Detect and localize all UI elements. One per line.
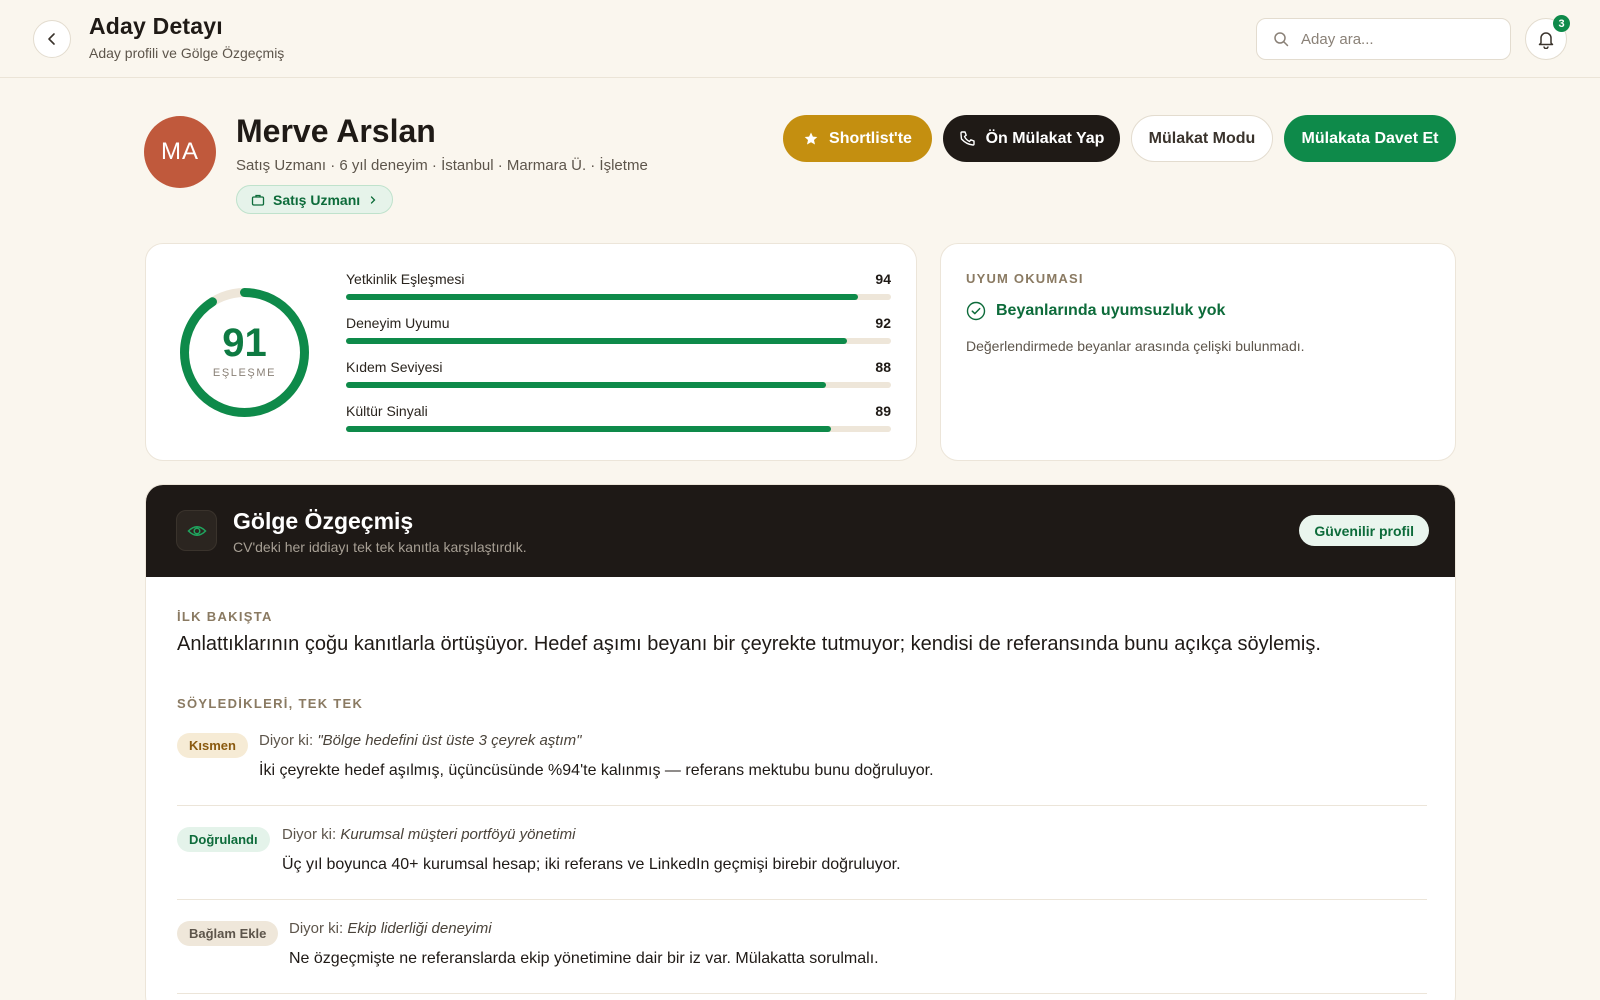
- glance-label: İLK BAKIŞTA: [177, 609, 273, 624]
- search-icon: [1274, 32, 1289, 47]
- divider: [177, 899, 1427, 900]
- says-prefix: Diyor ki:: [259, 732, 314, 749]
- divider: [177, 993, 1427, 994]
- role-chip[interactable]: Satış Uzmanı: [236, 185, 394, 214]
- says-prefix: Diyor ki:: [282, 826, 337, 843]
- metric-label: Kıdem Seviyesi: [346, 359, 443, 375]
- claim-evidence: Üç yıl boyunca 40+ kurumsal hesap; iki r…: [282, 856, 901, 873]
- metric-bar-fill: [346, 382, 826, 388]
- match-score-value: 91: [222, 321, 267, 365]
- metric-bar-fill: [346, 426, 832, 432]
- claims-label: SÖYLEDİKLERİ, TEK TEK: [177, 696, 364, 711]
- phone-icon: [959, 131, 975, 146]
- claim-quote-text: Ekip liderliği deneyimi: [347, 920, 492, 937]
- claim-status-badge: Doğrulandı: [177, 827, 270, 852]
- shadow-resume-card: Gölge Özgeçmiş CV'deki her iddiayı tek t…: [145, 484, 1456, 1000]
- claim-evidence: İki çeyrekte hedef aşılmış, üçüncüsünde …: [259, 762, 934, 779]
- claim-quote-text: Kurumsal müşteri portföyü yönetimi: [340, 826, 576, 843]
- consistency-description: Değerlendirmede beyanlar arasında çelişk…: [966, 338, 1305, 354]
- claim-status-badge: Kısmen: [177, 733, 248, 758]
- metric-bar: [346, 426, 891, 432]
- invite-button[interactable]: Mülakata Davet Et: [1284, 115, 1456, 162]
- claim-evidence: Ne özgeçmişte ne referanslarda ekip yöne…: [289, 950, 879, 967]
- star-icon: [804, 132, 818, 144]
- says-prefix: Diyor ki:: [289, 920, 344, 937]
- consistency-card: UYUM OKUMASI Beyanlarında uyumsuzluk yok…: [940, 243, 1456, 461]
- shadow-resume-header: Gölge Özgeçmiş CV'deki her iddiayı tek t…: [146, 485, 1455, 577]
- notifications-button[interactable]: 3: [1525, 15, 1570, 60]
- metric-value: 89: [875, 403, 891, 419]
- metric-value: 88: [875, 359, 891, 375]
- metric-value: 92: [875, 315, 891, 331]
- claim-quote: Diyor ki: Ekip liderliği deneyimi: [289, 920, 492, 937]
- metric-bar: [346, 294, 891, 300]
- metric-bar: [346, 338, 891, 344]
- avatar: MA: [144, 116, 216, 188]
- top-bar: Aday Detayı Aday profili ve Gölge Özgeçm…: [0, 0, 1600, 78]
- metric-bar: [346, 382, 891, 388]
- page-subtitle: Aday profili ve Gölge Özgeçmiş: [89, 45, 285, 61]
- notification-count-badge: 3: [1553, 15, 1570, 32]
- search-box[interactable]: [1256, 18, 1511, 60]
- claim-status-badge: Bağlam Ekle: [177, 921, 279, 946]
- summary-text: Anlattıklarının çoğu kanıtlarla örtüşüyo…: [177, 633, 1321, 655]
- match-score-label: EŞLEŞME: [212, 367, 277, 379]
- metric-bar-fill: [346, 294, 859, 300]
- metric-label: Kültür Sinyali: [346, 403, 428, 419]
- metric-bar-fill: [346, 338, 848, 344]
- shadow-resume-title: Gölge Özgeçmiş: [233, 508, 414, 534]
- metric-label: Yetkinlik Eşleşmesi: [346, 271, 465, 287]
- shortlist-label: Shortlist'te: [829, 129, 912, 147]
- pre-interview-label: Ön Mülakat Yap: [985, 129, 1105, 147]
- back-button[interactable]: [33, 20, 71, 58]
- consistency-status-text: Beyanlarında uyumsuzluk yok: [996, 302, 1226, 319]
- shortlist-button[interactable]: Shortlist'te: [783, 115, 932, 162]
- claim-quote: Diyor ki: "Bölge hedefini üst üste 3 çey…: [259, 732, 581, 749]
- search-input[interactable]: [1301, 30, 1491, 48]
- chevron-left-icon: [48, 33, 55, 45]
- bell-icon: [1538, 32, 1554, 49]
- chevron-right-icon: [370, 195, 376, 204]
- claim-quote: Diyor ki: Kurumsal müşteri portföyü yöne…: [282, 826, 575, 843]
- pre-interview-button[interactable]: Ön Mülakat Yap: [943, 115, 1120, 162]
- divider: [177, 805, 1427, 806]
- candidate-meta: Satış Uzmanı · 6 yıl deneyim · İstanbul …: [236, 157, 648, 174]
- trust-badge: Güvenilir profil: [1299, 515, 1429, 546]
- page-title: Aday Detayı: [89, 13, 223, 39]
- role-chip-label: Satış Uzmanı: [273, 191, 361, 208]
- consistency-title: UYUM OKUMASI: [966, 271, 1084, 286]
- shadow-resume-subtitle: CV'deki her iddiayı tek tek kanıtla karş…: [233, 539, 527, 555]
- eye-icon: [176, 510, 217, 551]
- consistency-status: Beyanlarında uyumsuzluk yok: [966, 301, 1225, 321]
- check-circle-icon: [966, 301, 986, 321]
- interview-mode-button[interactable]: Mülakat Modu: [1131, 115, 1273, 162]
- briefcase-icon: [251, 194, 265, 206]
- score-card: 91 EŞLEŞME Yetkinlik Eşleşmesi 94 Deneyi…: [145, 243, 917, 461]
- candidate-name: Merve Arslan: [236, 113, 436, 149]
- claim-quote-text: "Bölge hedefini üst üste 3 çeyrek aştım": [317, 732, 582, 749]
- metric-label: Deneyim Uyumu: [346, 315, 450, 331]
- metric-value: 94: [875, 271, 891, 287]
